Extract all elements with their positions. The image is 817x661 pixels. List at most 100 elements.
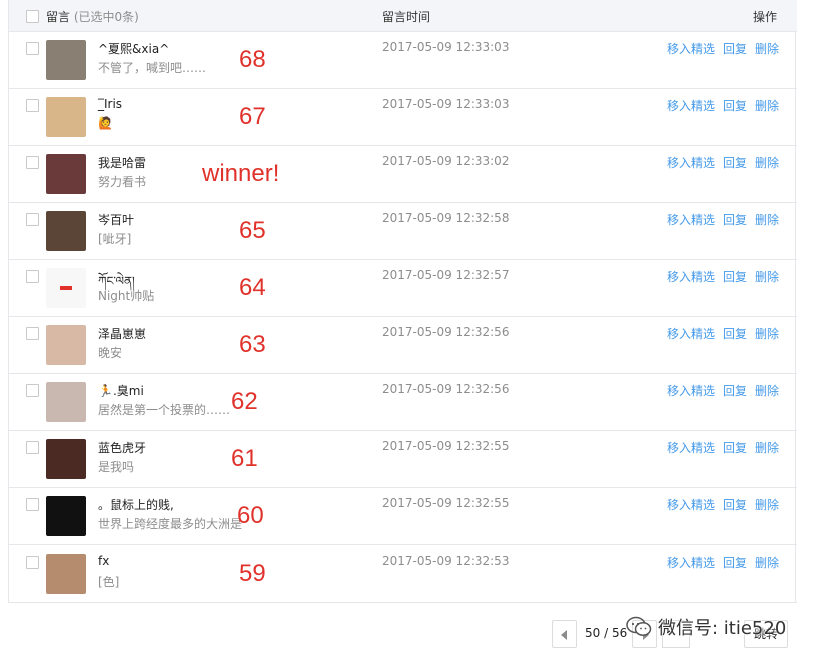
row-actions: 移入精选 回复 删除 (667, 97, 779, 114)
reply-link[interactable]: 回复 (723, 213, 747, 227)
row-actions: 移入精选 回复 删除 (667, 382, 779, 399)
delete-link[interactable]: 删除 (755, 270, 779, 284)
feature-link[interactable]: 移入精选 (667, 327, 715, 341)
avatar (46, 268, 86, 308)
reply-link[interactable]: 回复 (723, 42, 747, 56)
reply-link[interactable]: 回复 (723, 156, 747, 170)
comments-panel: 留言 (已选中0条) 留言时间 操作 ^夏熙&xia^ 不管了，喊到吧…… 68 20… (8, 0, 797, 603)
annotation-mark: 61 (231, 445, 258, 472)
reply-link[interactable]: 回复 (723, 498, 747, 512)
row-checkbox[interactable] (26, 213, 39, 226)
row-actions: 移入精选 回复 删除 (667, 496, 779, 513)
feature-link[interactable]: 移入精选 (667, 99, 715, 113)
row-checkbox[interactable] (26, 441, 39, 454)
row-checkbox[interactable] (26, 384, 39, 397)
delete-link[interactable]: 删除 (755, 99, 779, 113)
delete-link[interactable]: 删除 (755, 441, 779, 455)
row-checkbox[interactable] (26, 156, 39, 169)
row-checkbox[interactable] (26, 327, 39, 340)
reply-link[interactable]: 回复 (723, 99, 747, 113)
row-actions: 移入精选 回复 删除 (667, 325, 779, 342)
comment-row: fx [色] 59 2017-05-09 12:32:53 移入精选 回复 删除 (9, 546, 797, 603)
nickname: ^夏熙&xia^ (98, 42, 170, 56)
feature-link[interactable]: 移入精选 (667, 441, 715, 455)
comment-row: ^夏熙&xia^ 不管了，喊到吧…… 68 2017-05-09 12:33:03 移入… (9, 32, 797, 89)
comment-text: [色] (98, 575, 120, 589)
avatar (46, 382, 86, 422)
row-actions: 移入精选 回复 删除 (667, 268, 779, 285)
delete-link[interactable]: 删除 (755, 556, 779, 570)
delete-link[interactable]: 删除 (755, 156, 779, 170)
row-actions: 移入精选 回复 删除 (667, 154, 779, 171)
nickname: fx (98, 554, 110, 568)
comment-time: 2017-05-09 12:33:03 (382, 40, 510, 54)
annotation-mark: 60 (237, 502, 264, 529)
annotation-mark: 65 (239, 217, 266, 244)
feature-link[interactable]: 移入精选 (667, 213, 715, 227)
feature-link[interactable]: 移入精选 (667, 270, 715, 284)
feature-link[interactable]: 移入精选 (667, 498, 715, 512)
delete-link[interactable]: 删除 (755, 42, 779, 56)
comment-time: 2017-05-09 12:32:58 (382, 211, 510, 225)
avatar (46, 439, 86, 479)
comment-text: 努力看书 (98, 175, 147, 189)
delete-link[interactable]: 删除 (755, 213, 779, 227)
delete-link[interactable]: 删除 (755, 384, 779, 398)
comment-text: 不管了，喊到吧…… (98, 61, 207, 75)
logo-icon (60, 286, 72, 290)
feature-link[interactable]: 移入精选 (667, 384, 715, 398)
select-all-checkbox[interactable] (26, 10, 39, 23)
comment-text: 世界上跨经度最多的大洲是 (98, 517, 243, 531)
annotation-mark: 67 (239, 103, 266, 130)
nickname: 蓝色虎牙 (98, 441, 147, 455)
comment-row: 我是哈雷 努力看书 winner! 2017-05-09 12:33:02 移入精选 回复… (9, 146, 797, 203)
comment-text: [呲牙] (98, 232, 132, 246)
reply-link[interactable]: 回复 (723, 270, 747, 284)
comment-time: 2017-05-09 12:32:56 (382, 382, 510, 396)
comment-row: _̲̅Iris 🙋 67 2017-05-09 12:33:03 移入精选 回复 删除 (9, 89, 797, 146)
reply-link[interactable]: 回复 (723, 556, 747, 570)
comment-row: ཀོང་ལེན། Night帅贴 64 2017-05-09 12:32:57 移入精选… (9, 260, 797, 317)
comment-text: 晚安 (98, 346, 123, 360)
reply-link[interactable]: 回复 (723, 384, 747, 398)
comment-time: 2017-05-09 12:32:56 (382, 325, 510, 339)
header-message-label: 留言 (46, 10, 71, 24)
row-checkbox[interactable] (26, 556, 39, 569)
comment-row: 🏃.臭mi 居然是第一个投票的…… 62 2017-05-09 12:32:56 移入精… (9, 374, 797, 431)
nickname: 。鼠标上的贱, (98, 498, 174, 512)
avatar (46, 211, 86, 251)
comment-row: 岑百叶 [呲牙] 65 2017-05-09 12:32:58 移入精选 回复 删除 (9, 203, 797, 260)
header-message: 留言 (已选中0条) (46, 8, 139, 25)
selected-count: (已选中0条) (73, 10, 139, 24)
row-checkbox[interactable] (26, 42, 39, 55)
avatar (46, 97, 86, 137)
row-checkbox[interactable] (26, 498, 39, 511)
annotation-mark: 59 (239, 560, 266, 587)
comment-text: 是我吗 (98, 460, 135, 474)
feature-link[interactable]: 移入精选 (667, 156, 715, 170)
page-indicator: 50 / 56 (585, 626, 628, 640)
comment-row: 。鼠标上的贱, 世界上跨经度最多的大洲是 60 2017-05-09 12:32:55… (9, 488, 797, 545)
nickname: 泽晶崽崽 (98, 327, 147, 341)
feature-link[interactable]: 移入精选 (667, 42, 715, 56)
row-actions: 移入精选 回复 删除 (667, 439, 779, 456)
avatar (46, 40, 86, 80)
row-checkbox[interactable] (26, 99, 39, 112)
comment-row: 蓝色虎牙 是我吗 61 2017-05-09 12:32:55 移入精选 回复 删除 (9, 431, 797, 488)
reply-link[interactable]: 回复 (723, 327, 747, 341)
annotation-mark: 62 (231, 388, 258, 415)
reply-link[interactable]: 回复 (723, 441, 747, 455)
delete-link[interactable]: 删除 (755, 498, 779, 512)
nickname: 岑百叶 (98, 213, 135, 227)
watermark-text: 微信号: itie520 (658, 618, 787, 639)
avatar (46, 554, 86, 594)
row-checkbox[interactable] (26, 270, 39, 283)
prev-page-button[interactable] (552, 620, 577, 648)
nickname: 我是哈雷 (98, 156, 147, 170)
feature-link[interactable]: 移入精选 (667, 556, 715, 570)
delete-link[interactable]: 删除 (755, 327, 779, 341)
nickname: 🏃.臭mi (98, 384, 144, 398)
comment-time: 2017-05-09 12:32:57 (382, 268, 510, 282)
watermark: 微信号: itie520 (626, 612, 786, 642)
wechat-icon (626, 616, 652, 638)
